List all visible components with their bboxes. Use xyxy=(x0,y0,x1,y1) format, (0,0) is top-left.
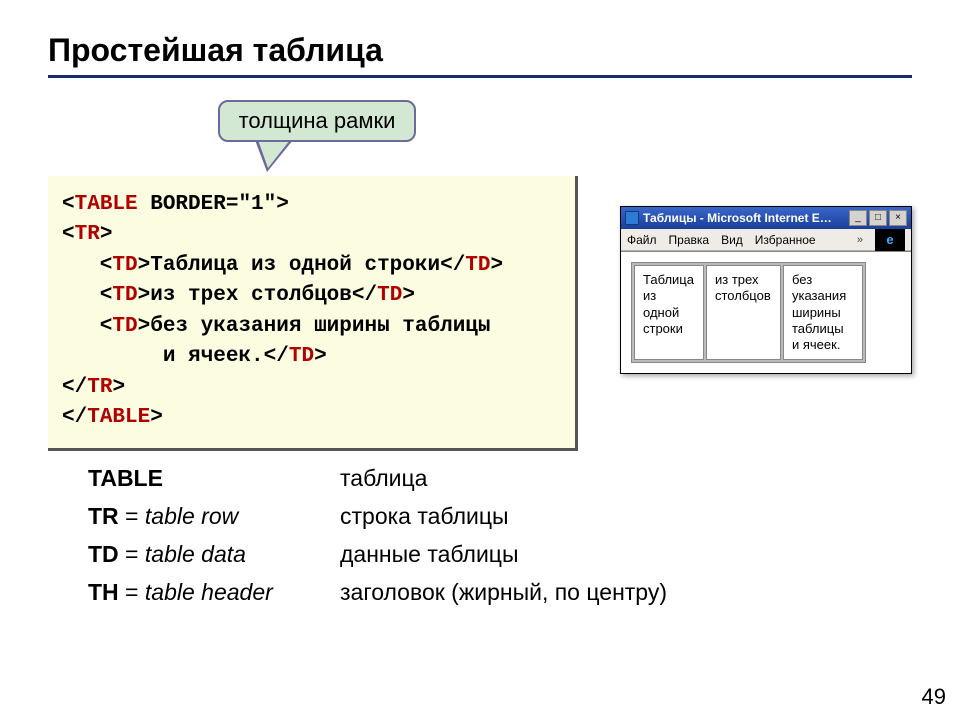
menu-view[interactable]: Вид xyxy=(721,233,743,247)
definition-row: TH = table header заголовок (жирный, по … xyxy=(88,574,667,612)
page-title: Простейшая таблица xyxy=(48,32,912,69)
ie-throbber-icon: e xyxy=(875,229,905,251)
callout-tail xyxy=(258,140,290,168)
definition-row: TR = table row строка таблицы xyxy=(88,498,667,536)
browser-body: Таблица из одной строки из трех столбцов… xyxy=(621,251,911,373)
table-cell: из трех столбцов xyxy=(706,265,781,360)
window-maximize-button[interactable]: □ xyxy=(869,210,887,226)
definition-row: TD = table data данные таблицы xyxy=(88,536,667,574)
ie-icon xyxy=(625,211,639,225)
page-number: 49 xyxy=(922,684,946,710)
table-row: Таблица из одной строки из трех столбцов… xyxy=(634,265,863,360)
code-block: <TABLE BORDER="1"> <TR> <TD>Таблица из о… xyxy=(48,176,578,451)
table-cell: Таблица из одной строки xyxy=(634,265,704,360)
browser-titlebar: Таблицы - Microsoft Internet E… _ □ × xyxy=(621,207,911,229)
menu-more-icon[interactable]: » xyxy=(857,234,863,246)
browser-window: Таблицы - Microsoft Internet E… _ □ × Фа… xyxy=(620,206,912,374)
rendered-table: Таблица из одной строки из трех столбцов… xyxy=(631,262,866,363)
browser-menubar: Файл Правка Вид Избранное » e xyxy=(621,229,911,251)
callout-bubble: толщина рамки xyxy=(218,100,416,142)
window-close-button[interactable]: × xyxy=(889,210,907,226)
window-minimize-button[interactable]: _ xyxy=(849,210,867,226)
browser-title: Таблицы - Microsoft Internet E… xyxy=(643,211,849,225)
menu-favorites[interactable]: Избранное xyxy=(755,233,816,247)
definition-row: TABLE таблица xyxy=(88,460,667,498)
menu-edit[interactable]: Правка xyxy=(669,233,710,247)
table-cell: без указания ширины таблицы и ячеек. xyxy=(783,265,863,360)
title-rule xyxy=(48,75,912,78)
definitions-list: TABLE таблица TR = table row строка табл… xyxy=(88,460,667,612)
menu-file[interactable]: Файл xyxy=(627,233,657,247)
